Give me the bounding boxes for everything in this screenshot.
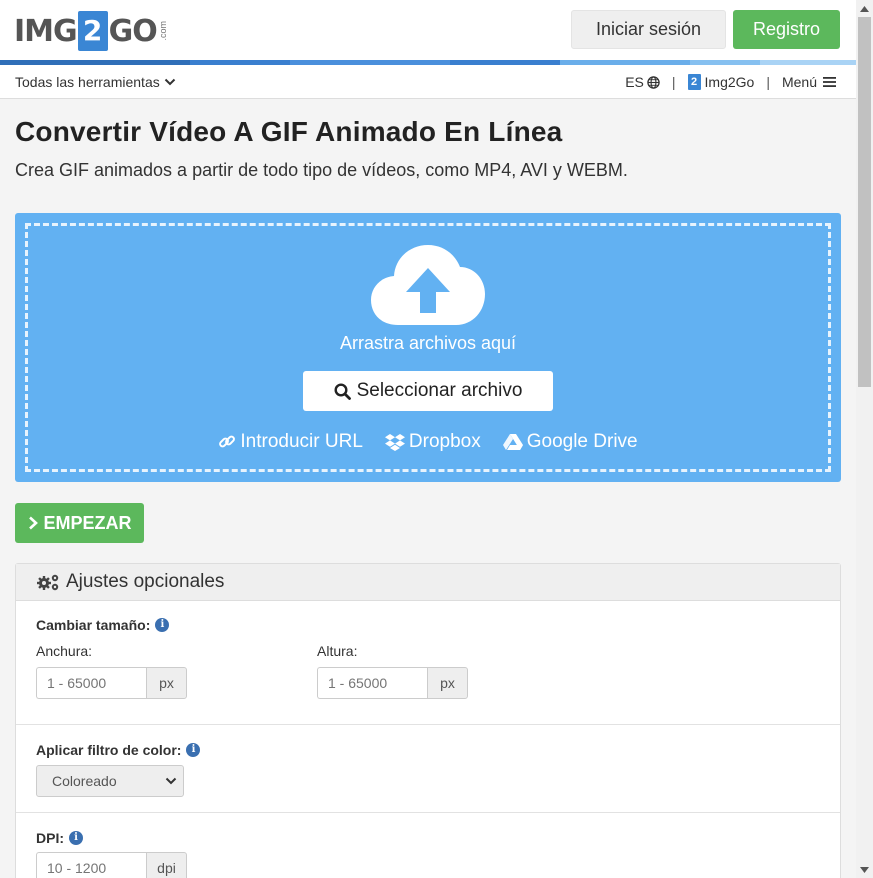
logo-img-text: IMG xyxy=(14,13,78,49)
img2go-logo[interactable]: IMG 2 GO .com xyxy=(14,11,168,51)
info-icon[interactable]: i xyxy=(186,743,201,757)
upload-sources: Introducir URL Dropbox Google Drive xyxy=(15,431,841,453)
drag-files-text: Arrastra archivos aquí xyxy=(339,333,517,353)
dpi-label: DPI: i xyxy=(36,830,83,846)
height-input[interactable] xyxy=(317,667,427,699)
nav-right: ES | 2 Img2Go | Menú xyxy=(625,74,836,90)
color-filter-label: Aplicar filtro de color: i xyxy=(36,742,201,758)
logo-com-text: .com xyxy=(157,21,168,41)
vertical-scrollbar[interactable] xyxy=(856,0,873,878)
info-icon[interactable]: i xyxy=(69,831,83,845)
width-input[interactable] xyxy=(36,667,146,699)
section-divider xyxy=(16,812,840,813)
height-label: Altura: xyxy=(317,643,358,659)
top-header: IMG 2 GO .com Iniciar sesión Registro xyxy=(0,0,856,60)
width-unit: px xyxy=(146,667,187,699)
language-label: ES xyxy=(625,74,644,90)
dropbox-icon xyxy=(384,434,405,451)
link-icon xyxy=(219,435,236,448)
register-button[interactable]: Registro xyxy=(733,10,840,49)
nav-bar: Todas las herramientas ES | 2 Img2Go | M… xyxy=(0,65,856,99)
hamburger-icon xyxy=(823,77,836,87)
chevron-down-icon xyxy=(164,78,175,86)
color-filter-label-text: Aplicar filtro de color: xyxy=(36,742,182,758)
width-input-group: px xyxy=(36,667,187,699)
page-title: Convertir Vídeo A GIF Animado En Línea xyxy=(15,116,563,147)
height-unit: px xyxy=(427,667,468,699)
select-file-button[interactable]: Seleccionar archivo xyxy=(303,371,553,411)
height-input-group: px xyxy=(317,667,468,699)
dpi-label-text: DPI: xyxy=(36,830,64,846)
logo-two-text: 2 xyxy=(77,11,108,51)
globe-icon xyxy=(647,75,660,89)
img2go-link-label: Img2Go xyxy=(704,74,755,90)
menu-label: Menú xyxy=(781,74,817,90)
gears-icon xyxy=(37,574,59,591)
scrollbar-thumb[interactable] xyxy=(858,17,871,387)
nav-separator: | xyxy=(766,74,770,90)
scroll-up-arrow-icon[interactable] xyxy=(856,0,873,17)
page: IMG 2 GO .com Iniciar sesión Registro Todas… xyxy=(0,0,856,878)
chevron-down-icon xyxy=(165,777,177,785)
google-drive-link[interactable]: Google Drive xyxy=(502,431,638,453)
dpi-unit: dpi xyxy=(146,852,187,878)
dropbox-link[interactable]: Dropbox xyxy=(384,431,481,453)
logo-go-text: GO xyxy=(108,13,158,49)
settings-header: Ajustes opcionales xyxy=(16,564,840,601)
dpi-input-group: dpi xyxy=(36,852,187,878)
start-button[interactable]: EMPEZAR xyxy=(15,503,144,543)
img2go-mini-icon: 2 xyxy=(687,74,701,90)
scroll-down-arrow-icon[interactable] xyxy=(856,861,873,878)
chevron-right-icon xyxy=(29,516,39,530)
resize-label-text: Cambiar tamaño: xyxy=(36,617,151,633)
settings-title: Ajustes opcionales xyxy=(66,571,225,592)
menu-button[interactable]: Menú xyxy=(782,74,836,90)
google-drive-label: Google Drive xyxy=(526,431,638,452)
cloud-upload-icon xyxy=(371,245,485,325)
enter-url-label: Introducir URL xyxy=(240,431,363,452)
width-label: Anchura: xyxy=(36,643,93,659)
nav-separator: | xyxy=(671,74,676,90)
dpi-input[interactable] xyxy=(36,852,146,878)
language-selector[interactable]: ES xyxy=(625,74,660,90)
page-subtitle: Crea GIF animados a partir de todo tipo … xyxy=(15,160,628,180)
all-tools-dropdown[interactable]: Todas las herramientas xyxy=(15,74,176,90)
color-filter-value: Coloreado xyxy=(52,773,117,789)
resize-label: Cambiar tamaño: i xyxy=(36,617,170,633)
login-button[interactable]: Iniciar sesión xyxy=(571,10,726,49)
dropbox-label: Dropbox xyxy=(408,431,481,452)
img2go-link[interactable]: 2 Img2Go xyxy=(687,74,755,90)
start-label: EMPEZAR xyxy=(43,512,132,533)
google-drive-icon xyxy=(502,434,523,450)
search-icon xyxy=(334,382,351,400)
color-filter-select[interactable]: Coloreado xyxy=(36,765,184,797)
section-divider xyxy=(16,724,840,725)
enter-url-link[interactable]: Introducir URL xyxy=(218,431,363,453)
select-file-label: Seleccionar archivo xyxy=(356,380,523,401)
all-tools-label: Todas las herramientas xyxy=(15,74,160,90)
upload-dropzone[interactable]: Arrastra archivos aquí Seleccionar archi… xyxy=(15,213,841,482)
info-icon[interactable]: i xyxy=(155,618,170,632)
optional-settings-panel: Ajustes opcionales Cambiar tamaño: i Anc… xyxy=(15,563,841,878)
